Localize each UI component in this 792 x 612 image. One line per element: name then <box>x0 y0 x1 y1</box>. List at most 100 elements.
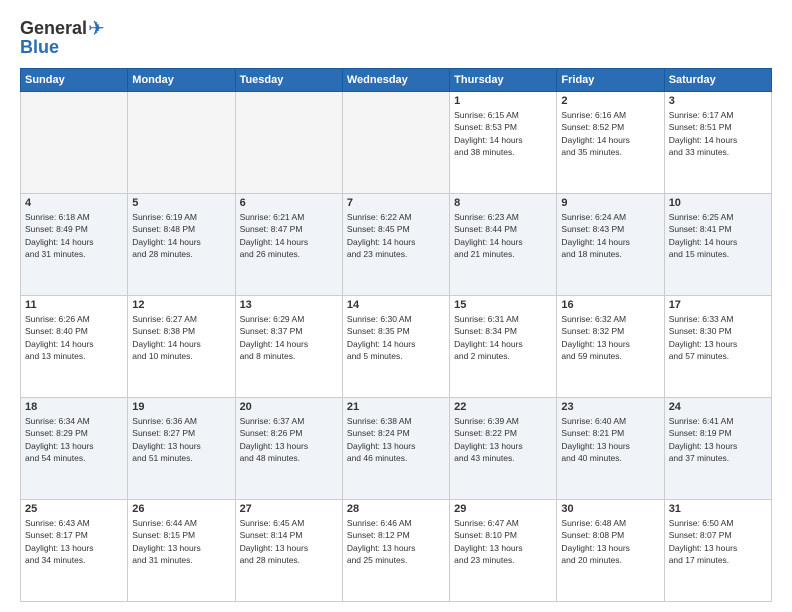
day-info: Sunrise: 6:38 AM Sunset: 8:24 PM Dayligh… <box>347 415 445 464</box>
day-number: 12 <box>132 299 230 311</box>
day-info: Sunrise: 6:43 AM Sunset: 8:17 PM Dayligh… <box>25 517 123 566</box>
day-info: Sunrise: 6:23 AM Sunset: 8:44 PM Dayligh… <box>454 211 552 260</box>
day-number: 1 <box>454 95 552 107</box>
header: General ✈ Blue <box>20 16 772 58</box>
day-number: 3 <box>669 95 767 107</box>
calendar-day-24: 24 Sunrise: 6:41 AM Sunset: 8:19 PM Dayli… <box>664 398 771 500</box>
day-number: 16 <box>561 299 659 311</box>
calendar-day-30: 30Sunrise: 6:48 AM Sunset: 8:08 PM Dayli… <box>557 500 664 602</box>
day-number: 8 <box>454 197 552 209</box>
calendar-week-4: 25 Sunrise: 6:43 AM Sunset: 8:17 PM Dayli… <box>21 500 772 602</box>
day-number: 2 <box>561 95 659 107</box>
day-info: Sunrise: 6:47 AM Sunset: 8:10 PM Dayligh… <box>454 517 552 566</box>
calendar-empty <box>235 92 342 194</box>
day-info: Sunrise: 6:26 AM Sunset: 8:40 PM Dayligh… <box>25 313 123 362</box>
calendar-week-0: 1 Sunrise: 6:15 AM Sunset: 8:53 PM Daylig… <box>21 92 772 194</box>
logo-bird-icon: ✈ <box>88 16 105 41</box>
calendar-day-1: 1 Sunrise: 6:15 AM Sunset: 8:53 PM Daylig… <box>450 92 557 194</box>
day-number: 13 <box>240 299 338 311</box>
day-info: Sunrise: 6:25 AM Sunset: 8:41 PM Dayligh… <box>669 211 767 260</box>
day-number: 27 <box>240 503 338 515</box>
calendar-day-2: 2 Sunrise: 6:16 AM Sunset: 8:52 PM Daylig… <box>557 92 664 194</box>
calendar-empty <box>128 92 235 194</box>
day-info: Sunrise: 6:41 AM Sunset: 8:19 PM Dayligh… <box>669 415 767 464</box>
day-info: Sunrise: 6:31 AM Sunset: 8:34 PM Dayligh… <box>454 313 552 362</box>
day-info: Sunrise: 6:48 AM Sunset: 8:08 PM Dayligh… <box>561 517 659 566</box>
calendar-day-6: 6 Sunrise: 6:21 AM Sunset: 8:47 PM Daylig… <box>235 194 342 296</box>
calendar-day-19: 19Sunrise: 6:36 AM Sunset: 8:27 PM Dayli… <box>128 398 235 500</box>
day-info: Sunrise: 6:27 AM Sunset: 8:38 PM Dayligh… <box>132 313 230 362</box>
calendar-day-11: 11 Sunrise: 6:26 AM Sunset: 8:40 PM Dayli… <box>21 296 128 398</box>
day-number: 9 <box>561 197 659 209</box>
calendar-week-1: 4Sunrise: 6:18 AM Sunset: 8:49 PM Daylig… <box>21 194 772 296</box>
day-info: Sunrise: 6:32 AM Sunset: 8:32 PM Dayligh… <box>561 313 659 362</box>
calendar-day-10: 10Sunrise: 6:25 AM Sunset: 8:41 PM Dayli… <box>664 194 771 296</box>
day-info: Sunrise: 6:16 AM Sunset: 8:52 PM Dayligh… <box>561 109 659 158</box>
calendar-day-21: 21 Sunrise: 6:38 AM Sunset: 8:24 PM Dayli… <box>342 398 449 500</box>
day-info: Sunrise: 6:18 AM Sunset: 8:49 PM Dayligh… <box>25 211 123 260</box>
day-info: Sunrise: 6:24 AM Sunset: 8:43 PM Dayligh… <box>561 211 659 260</box>
calendar-day-5: 5 Sunrise: 6:19 AM Sunset: 8:48 PM Daylig… <box>128 194 235 296</box>
calendar-day-23: 23 Sunrise: 6:40 AM Sunset: 8:21 PM Dayli… <box>557 398 664 500</box>
day-number: 5 <box>132 197 230 209</box>
day-number: 20 <box>240 401 338 413</box>
day-info: Sunrise: 6:29 AM Sunset: 8:37 PM Dayligh… <box>240 313 338 362</box>
day-info: Sunrise: 6:30 AM Sunset: 8:35 PM Dayligh… <box>347 313 445 362</box>
day-number: 21 <box>347 401 445 413</box>
calendar-day-29: 29 Sunrise: 6:47 AM Sunset: 8:10 PM Dayli… <box>450 500 557 602</box>
calendar-day-4: 4Sunrise: 6:18 AM Sunset: 8:49 PM Daylig… <box>21 194 128 296</box>
day-number: 17 <box>669 299 767 311</box>
calendar-day-14: 14 Sunrise: 6:30 AM Sunset: 8:35 PM Dayli… <box>342 296 449 398</box>
logo-general-text: General <box>20 18 87 39</box>
calendar-week-3: 18 Sunrise: 6:34 AM Sunset: 8:29 PM Dayli… <box>21 398 772 500</box>
calendar-day-18: 18 Sunrise: 6:34 AM Sunset: 8:29 PM Dayli… <box>21 398 128 500</box>
day-info: Sunrise: 6:15 AM Sunset: 8:53 PM Dayligh… <box>454 109 552 158</box>
day-number: 6 <box>240 197 338 209</box>
day-number: 25 <box>25 503 123 515</box>
day-info: Sunrise: 6:45 AM Sunset: 8:14 PM Dayligh… <box>240 517 338 566</box>
calendar-day-28: 28Sunrise: 6:46 AM Sunset: 8:12 PM Dayli… <box>342 500 449 602</box>
weekday-header-sunday: Sunday <box>21 69 128 92</box>
weekday-header-thursday: Thursday <box>450 69 557 92</box>
calendar-day-3: 3 Sunrise: 6:17 AM Sunset: 8:51 PM Daylig… <box>664 92 771 194</box>
day-info: Sunrise: 6:34 AM Sunset: 8:29 PM Dayligh… <box>25 415 123 464</box>
day-number: 23 <box>561 401 659 413</box>
day-info: Sunrise: 6:37 AM Sunset: 8:26 PM Dayligh… <box>240 415 338 464</box>
day-number: 28 <box>347 503 445 515</box>
calendar-empty <box>342 92 449 194</box>
calendar-day-16: 16 Sunrise: 6:32 AM Sunset: 8:32 PM Dayli… <box>557 296 664 398</box>
day-info: Sunrise: 6:21 AM Sunset: 8:47 PM Dayligh… <box>240 211 338 260</box>
calendar-day-27: 27 Sunrise: 6:45 AM Sunset: 8:14 PM Dayli… <box>235 500 342 602</box>
weekday-header-saturday: Saturday <box>664 69 771 92</box>
calendar-day-8: 8 Sunrise: 6:23 AM Sunset: 8:44 PM Daylig… <box>450 194 557 296</box>
day-number: 31 <box>669 503 767 515</box>
calendar-table: SundayMondayTuesdayWednesdayThursdayFrid… <box>20 68 772 602</box>
day-info: Sunrise: 6:40 AM Sunset: 8:21 PM Dayligh… <box>561 415 659 464</box>
logo: General ✈ Blue <box>20 16 105 58</box>
day-info: Sunrise: 6:17 AM Sunset: 8:51 PM Dayligh… <box>669 109 767 158</box>
day-number: 22 <box>454 401 552 413</box>
day-number: 11 <box>25 299 123 311</box>
day-info: Sunrise: 6:19 AM Sunset: 8:48 PM Dayligh… <box>132 211 230 260</box>
calendar-day-22: 22 Sunrise: 6:39 AM Sunset: 8:22 PM Dayli… <box>450 398 557 500</box>
calendar-day-13: 13 Sunrise: 6:29 AM Sunset: 8:37 PM Dayli… <box>235 296 342 398</box>
day-number: 29 <box>454 503 552 515</box>
weekday-header-wednesday: Wednesday <box>342 69 449 92</box>
calendar-day-25: 25 Sunrise: 6:43 AM Sunset: 8:17 PM Dayli… <box>21 500 128 602</box>
calendar-week-2: 11 Sunrise: 6:26 AM Sunset: 8:40 PM Dayli… <box>21 296 772 398</box>
day-number: 18 <box>25 401 123 413</box>
logo-blue-text: Blue <box>20 37 59 58</box>
day-info: Sunrise: 6:50 AM Sunset: 8:07 PM Dayligh… <box>669 517 767 566</box>
weekday-header-tuesday: Tuesday <box>235 69 342 92</box>
day-number: 24 <box>669 401 767 413</box>
day-number: 19 <box>132 401 230 413</box>
day-info: Sunrise: 6:44 AM Sunset: 8:15 PM Dayligh… <box>132 517 230 566</box>
calendar-day-7: 7Sunrise: 6:22 AM Sunset: 8:45 PM Daylig… <box>342 194 449 296</box>
weekday-header-friday: Friday <box>557 69 664 92</box>
weekday-header-row: SundayMondayTuesdayWednesdayThursdayFrid… <box>21 69 772 92</box>
day-info: Sunrise: 6:39 AM Sunset: 8:22 PM Dayligh… <box>454 415 552 464</box>
page: General ✈ Blue SundayMondayTuesdayWednes… <box>0 0 792 612</box>
day-number: 26 <box>132 503 230 515</box>
calendar-day-9: 9 Sunrise: 6:24 AM Sunset: 8:43 PM Daylig… <box>557 194 664 296</box>
day-number: 14 <box>347 299 445 311</box>
